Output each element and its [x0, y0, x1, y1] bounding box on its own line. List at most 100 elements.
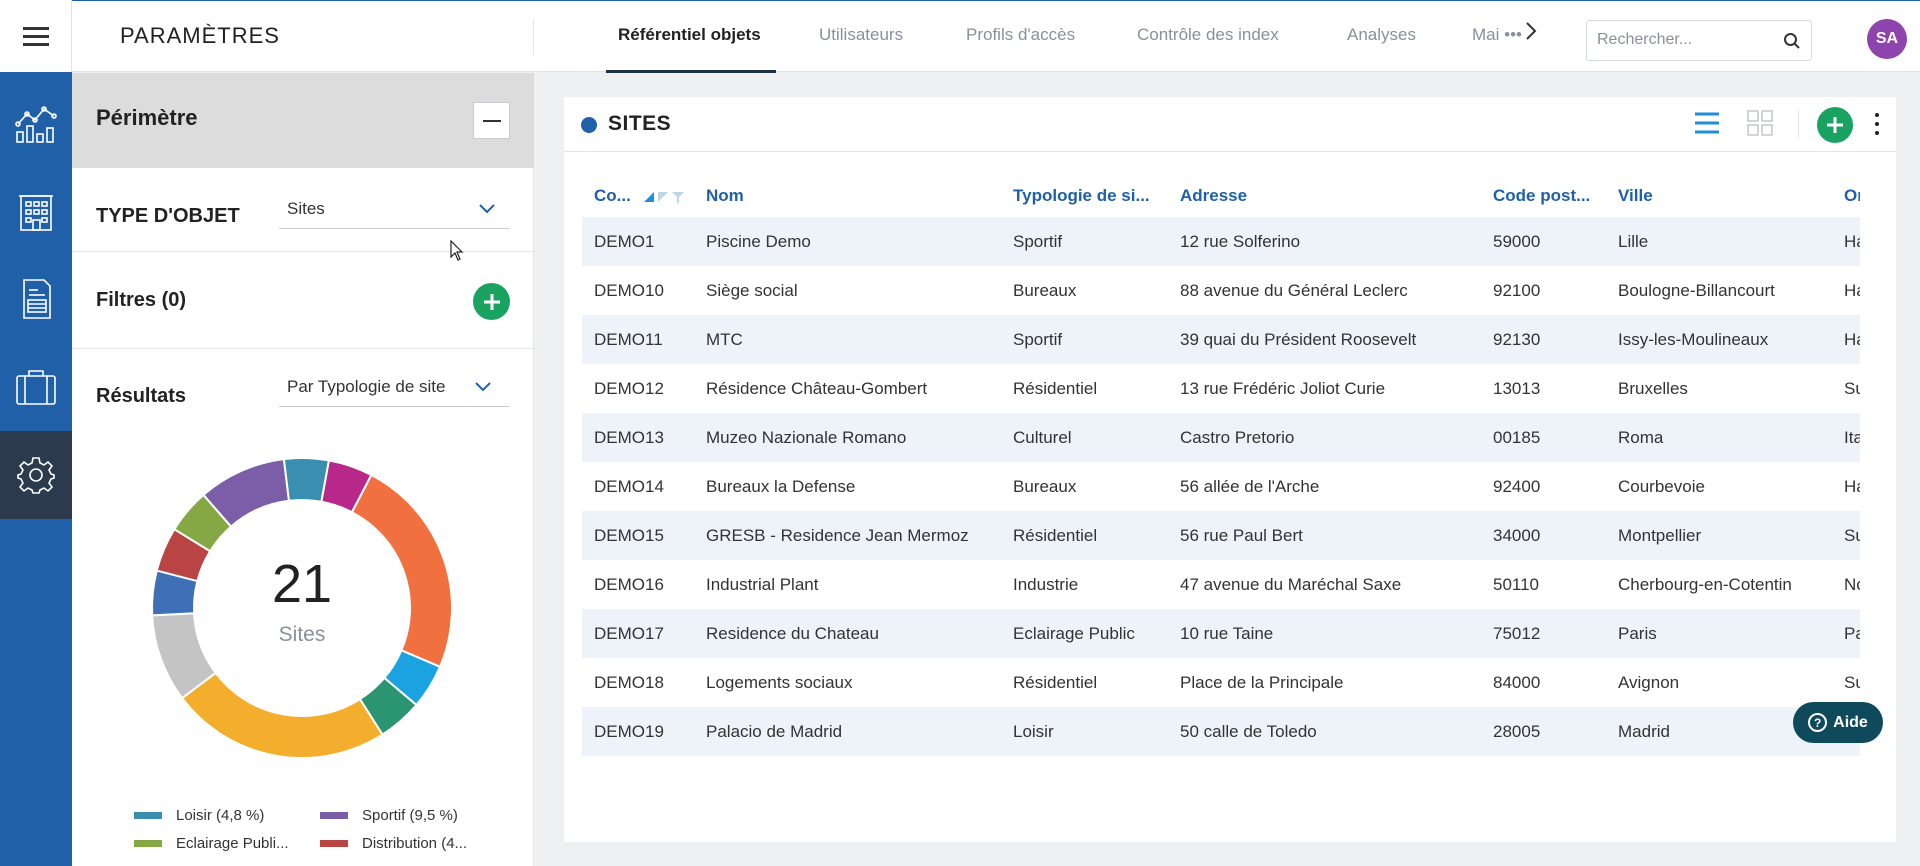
search-input[interactable] — [1597, 31, 1777, 49]
legend-item[interactable]: Loisir (4,8 %) — [134, 807, 264, 824]
sidebar-item-buildings[interactable] — [0, 168, 72, 256]
legend-item[interactable]: Sportif (9,5 %) — [320, 807, 458, 824]
column-header-organisation[interactable]: Organ — [1832, 175, 1860, 217]
table-cell: 34000 — [1493, 525, 1541, 545]
donut-slice[interactable] — [282, 457, 331, 503]
table-cell: 88 avenue du Général Leclerc — [1180, 280, 1408, 300]
table-row[interactable]: DEMO13 Muzeo Nazionale Romano Culturel Cast… — [582, 413, 1860, 462]
legend-item[interactable]: Distribution (4... — [320, 835, 467, 852]
table-cell: Su — [1844, 672, 1860, 692]
sidebar-item-analytics[interactable] — [0, 80, 72, 168]
table-cell: 50110 — [1493, 574, 1540, 594]
tab-controle-index[interactable]: Contrôle des index — [1137, 25, 1279, 45]
tab-profils-acces[interactable]: Profils d'accès — [966, 25, 1075, 45]
page-title: PARAMÈTRES — [120, 23, 280, 48]
table-cell: Sportif — [1013, 329, 1063, 349]
table-row[interactable]: DEMO18 Logements sociaux Résidentiel Place … — [582, 658, 1860, 707]
table-cell: 59000 — [1493, 231, 1541, 251]
table-row[interactable]: DEMO1 Piscine Demo Sportif 12 rue Solferino… — [582, 217, 1860, 266]
legend-item[interactable]: Eclairage Publi... — [134, 835, 289, 852]
table-cell: Palacio de Madrid — [706, 721, 843, 741]
results-group-value: Par Typologie de site — [287, 377, 446, 396]
table-cell: Ha — [1844, 329, 1860, 349]
table-cell: 50 calle de Toledo — [1180, 721, 1317, 741]
table-cell: Eclairage Public — [1013, 623, 1135, 643]
table-cell: 56 rue Paul Bert — [1180, 525, 1303, 545]
mouse-cursor-icon — [450, 240, 464, 261]
table-cell: 13013 — [1493, 378, 1541, 398]
table-cell: Résidentiel — [1013, 525, 1098, 545]
sites-card: SITES Co... Nom Typologie de si... Adres… — [564, 97, 1896, 842]
table-cell: Culturel — [1013, 427, 1072, 447]
table-row[interactable]: DEMO17 Residence du Chateau Eclairage Publ… — [582, 609, 1860, 658]
table-row[interactable]: DEMO19 Palacio de Madrid Loisir 50 calle de… — [582, 707, 1860, 756]
minus-icon — [482, 119, 501, 122]
kebab-dot-icon — [1875, 131, 1879, 135]
tabs-next-button[interactable] — [1525, 21, 1537, 46]
column-header-nom[interactable]: Nom — [694, 175, 1001, 217]
chevron-right-icon — [1526, 22, 1537, 40]
table-cell: Issy-les-Moulineaux — [1618, 329, 1769, 349]
kebab-dot-icon — [1875, 122, 1879, 126]
add-site-button[interactable] — [1817, 107, 1853, 143]
table-row[interactable]: DEMO11 MTC Sportif 39 quai du Président Roo… — [582, 315, 1860, 364]
table-cell: Industrie — [1013, 574, 1079, 594]
grid-view-button[interactable] — [1747, 110, 1773, 140]
column-header-code[interactable]: Co... — [582, 175, 694, 217]
donut-unit-label: Sites — [278, 623, 326, 646]
collapse-panel-button[interactable] — [473, 102, 510, 139]
table-cell: 00185 — [1493, 427, 1541, 447]
results-group-select[interactable]: Par Typologie de site — [279, 371, 510, 407]
user-avatar[interactable]: SA — [1867, 19, 1907, 59]
tab-referentiel-objets[interactable]: Référentiel objets — [618, 25, 761, 45]
donut-slice[interactable] — [180, 671, 384, 759]
sidebar-item-settings[interactable] — [0, 431, 72, 519]
legend-label: Sportif (9,5 %) — [362, 807, 458, 824]
column-header-ville[interactable]: Ville — [1606, 175, 1832, 217]
more-options-button[interactable] — [1870, 109, 1884, 139]
sidebar-item-invoices[interactable] — [0, 255, 72, 343]
table-cell: Roma — [1618, 427, 1664, 447]
table-cell: Sportif — [1013, 231, 1063, 251]
chevron-down-icon — [475, 382, 491, 392]
list-view-button[interactable] — [1694, 110, 1720, 140]
help-button[interactable]: ? Aide — [1793, 702, 1883, 743]
add-filter-button[interactable] — [473, 283, 510, 320]
table-header-row: Co... Nom Typologie de si... Adresse Cod… — [582, 175, 1860, 217]
sort-filter-icon[interactable] — [642, 190, 686, 204]
table-cell: Logements sociaux — [706, 672, 853, 692]
table-row[interactable]: DEMO10 Siège social Bureaux 88 avenue du Gé… — [582, 266, 1860, 315]
table-row[interactable]: DEMO16 Industrial Plant Industrie 47 avenue… — [582, 560, 1860, 609]
table-row[interactable]: DEMO15 GRESB - Residence Jean Mermoz Résid… — [582, 511, 1860, 560]
table-cell: Place de la Principale — [1180, 672, 1344, 692]
filters-label: Filtres (0) — [96, 289, 187, 311]
table-cell: 28005 — [1493, 721, 1541, 741]
column-header-code-postal[interactable]: Code post... — [1481, 175, 1606, 217]
table-row[interactable]: DEMO12 Résidence Château-Gombert Résidenti… — [582, 364, 1860, 413]
tab-utilisateurs[interactable]: Utilisateurs — [819, 25, 903, 45]
status-dot — [581, 117, 597, 133]
table-cell: Montpellier — [1618, 525, 1702, 545]
column-header-adresse[interactable]: Adresse — [1168, 175, 1481, 217]
table-cell: Piscine Demo — [706, 231, 811, 251]
search-icon[interactable] — [1783, 32, 1801, 50]
divider — [72, 251, 534, 252]
object-type-select[interactable]: Sites — [279, 193, 510, 229]
hamburger-icon — [22, 26, 49, 46]
table-cell: DEMO15 — [594, 525, 664, 545]
table-cell: 12 rue Solferino — [1180, 231, 1301, 251]
table-row[interactable]: DEMO14 Bureaux la Defense Bureaux 56 allée … — [582, 462, 1860, 511]
sidebar-item-projects[interactable] — [0, 343, 72, 431]
column-header-typologie[interactable]: Typologie de si... — [1001, 175, 1168, 217]
tab-analyses[interactable]: Analyses — [1347, 25, 1416, 45]
table-cell: DEMO16 — [594, 574, 664, 594]
table-cell: Résidentiel — [1013, 378, 1098, 398]
hamburger-menu-button[interactable] — [0, 0, 72, 72]
table-cell: Bureaux — [1013, 280, 1077, 300]
table-cell: Lille — [1618, 231, 1649, 251]
table-cell: 56 allée de l'Arche — [1180, 476, 1320, 496]
search-box — [1586, 20, 1812, 61]
tab-more[interactable]: Mai ••• — [1472, 25, 1522, 45]
perimeter-header: Périmètre — [72, 73, 534, 168]
help-label: Aide — [1833, 713, 1868, 731]
